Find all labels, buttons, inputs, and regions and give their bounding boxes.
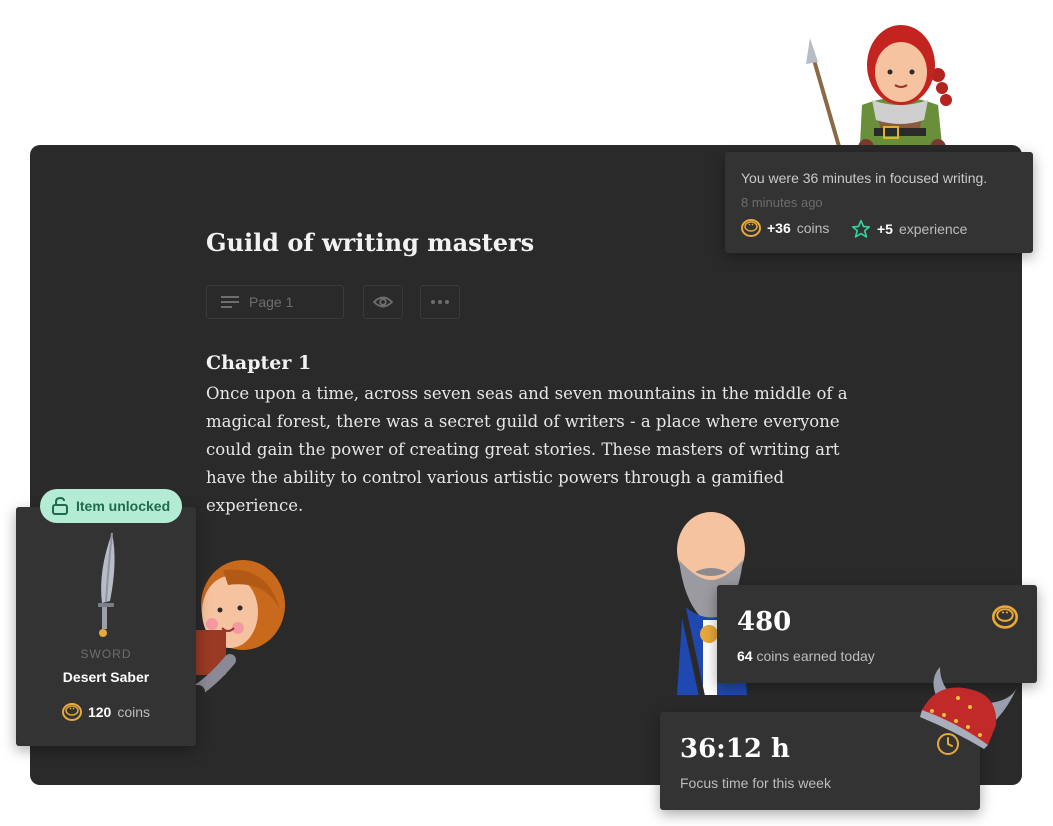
preview-button[interactable]: [363, 285, 403, 319]
coin-icon: [992, 605, 1018, 629]
coins-today-value: 64: [737, 648, 753, 664]
coin-icon: [61, 703, 82, 721]
xp-reward-value: +5: [877, 221, 893, 237]
item-unlocked-badge: Item unlocked: [40, 489, 183, 523]
notification-message: You were 36 minutes in focused writing.: [741, 170, 988, 186]
coins-reward-label: coins: [796, 220, 830, 236]
document-title[interactable]: Guild of writing masters: [206, 228, 534, 257]
xp-reward-label: experience: [898, 221, 968, 237]
badge-label: Item unlocked: [76, 498, 171, 514]
coins-reward-value: +36: [767, 220, 791, 236]
lines-icon: [221, 296, 239, 308]
chapter-heading[interactable]: Chapter 1: [206, 352, 311, 374]
more-options-button[interactable]: [420, 285, 460, 319]
coin-icon: [741, 219, 761, 237]
eye-icon: [373, 296, 393, 308]
item-price-label: coins: [117, 704, 151, 720]
coins-total: 480: [737, 607, 792, 637]
focus-label: Focus time for this week: [680, 775, 831, 791]
sword-icon: [98, 532, 115, 637]
focus-notification: You were 36 minutes in focused writing. …: [725, 152, 1033, 253]
warrior-woman-illustration: [806, 25, 952, 157]
coins-today-label: coins earned today: [756, 648, 875, 664]
notification-time: 8 minutes ago: [741, 195, 823, 210]
girl-peeking-illustration: [191, 560, 285, 699]
chapter-text[interactable]: Once upon a time, across seven seas and …: [206, 380, 856, 520]
xp-reward: +5 experience: [851, 219, 967, 239]
item-name: Desert Saber: [62, 669, 150, 685]
more-icon: [431, 300, 449, 304]
coins-reward: +36 coins: [741, 219, 829, 237]
coins-today: 64 coins earned today: [737, 648, 875, 664]
item-price: 120 coins: [16, 703, 196, 721]
page-label: Page 1: [249, 294, 294, 310]
item-price-value: 120: [87, 704, 112, 720]
star-icon: [851, 219, 871, 238]
viking-helmet-illustration: [920, 667, 1018, 749]
item-card[interactable]: SWORD Desert Saber 120 coins: [16, 507, 196, 746]
unlock-icon: [52, 497, 68, 515]
item-category: SWORD: [80, 647, 132, 661]
focus-time: 36:12 h: [680, 734, 790, 764]
page-selector[interactable]: Page 1: [206, 285, 344, 319]
